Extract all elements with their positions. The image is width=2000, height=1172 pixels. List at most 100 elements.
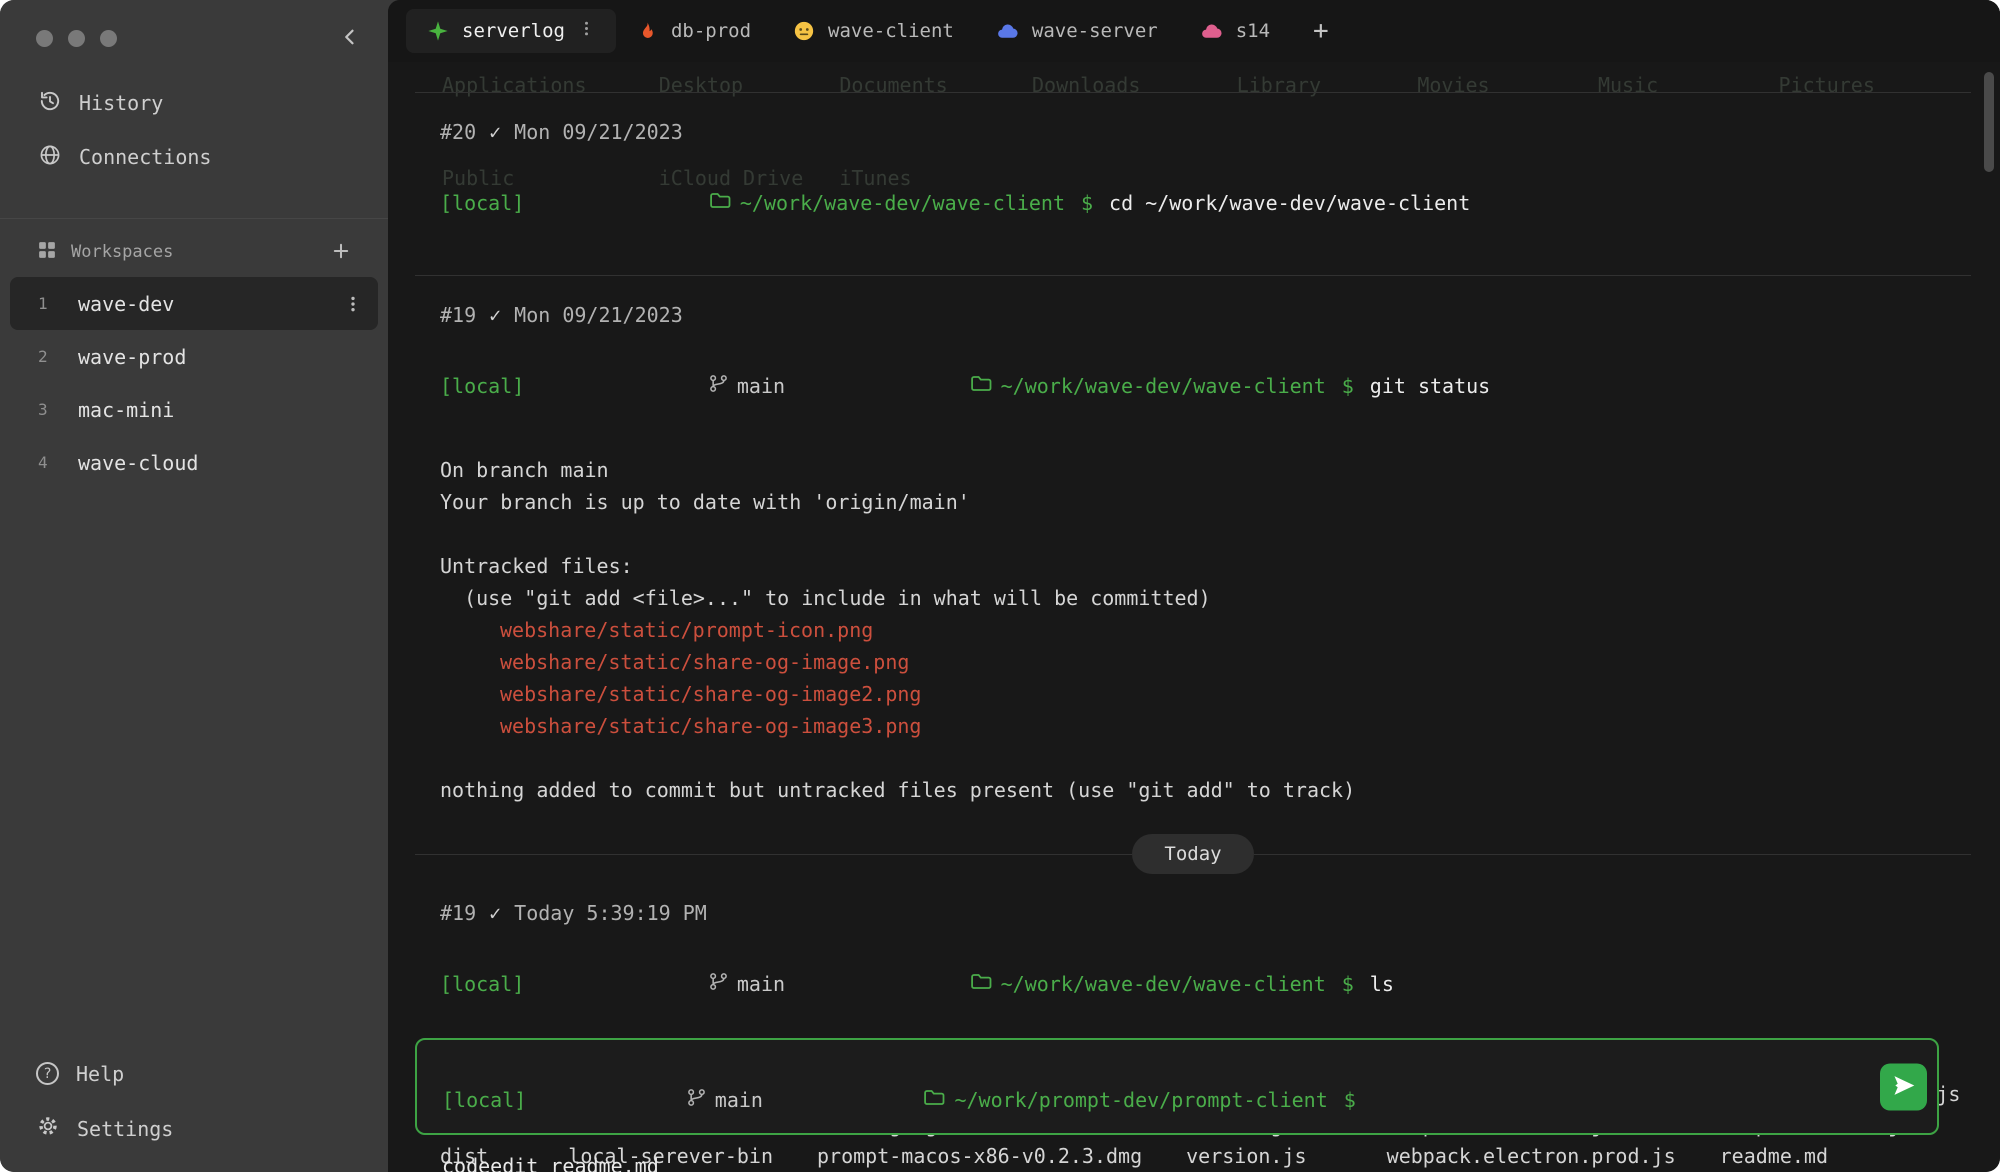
untracked-file: webshare/static/share-og-image.png [500, 650, 910, 674]
close-button[interactable] [36, 29, 53, 47]
prompt-dollar: $ [1343, 1088, 1356, 1112]
host-label: [local] [440, 191, 525, 215]
sparkle-icon [427, 20, 449, 42]
tab-wave-server[interactable]: wave-server [975, 9, 1179, 53]
add-workspace-button[interactable] [328, 238, 354, 267]
grid-icon [38, 241, 56, 264]
cwd-path: ~/work/wave-dev/wave-client [739, 191, 1065, 215]
output-line: (use "git add <file>..." to include in w… [440, 586, 1211, 610]
tab-db-prod[interactable]: db-prod [616, 9, 772, 53]
sidebar-item-connections[interactable]: Connections [0, 130, 388, 184]
cwd: ~/work/wave-dev/wave-client [540, 155, 1065, 251]
sidebar-item-label: Connections [79, 145, 212, 169]
paper-plane-icon [1891, 1072, 1917, 1101]
prompt-dollar: $ [1080, 191, 1094, 215]
host-label: [local] [440, 374, 525, 398]
prompt-line: [local] main ~/work/wave-dev/wave-client [440, 936, 1971, 1032]
entry-date: Mon 09/21/2023 [514, 120, 683, 144]
workspace-menu-button[interactable] [344, 295, 362, 313]
help-icon: ? [36, 1062, 59, 1085]
command-input-value[interactable]: codeedit readme.md [442, 1150, 1865, 1172]
untracked-file: webshare/static/share-og-image2.png [500, 682, 922, 706]
tab-menu-icon[interactable] [578, 20, 595, 42]
output-line: Untracked files: [440, 554, 633, 578]
zoom-button[interactable] [100, 29, 117, 47]
check-icon: ✓ [489, 120, 502, 144]
entry-meta: #19 ✓ Today 5:39:19 PM [440, 900, 1971, 926]
cwd-path: ~/work/prompt-dev/prompt-client [954, 1088, 1328, 1112]
git-branch-name: main [736, 374, 786, 398]
history-entry-19-git-status[interactable]: #19 ✓ Mon 09/21/2023 [local] main ~/work… [415, 302, 1971, 806]
git-branch-icon [540, 338, 728, 434]
pink-cloud-icon [1200, 20, 1223, 43]
history-entry-20[interactable]: #20 ✓ Mon 09/21/2023 [local] ~/work/wave… [415, 119, 1971, 251]
today-pill-button[interactable]: Today [1132, 834, 1254, 874]
cwd: ~/work/wave-dev/wave-client [801, 338, 1326, 434]
workspace-item-wave-prod[interactable]: 2 wave-prod [10, 330, 378, 383]
check-icon: ✓ [489, 303, 502, 327]
send-button[interactable] [1880, 1063, 1927, 1110]
scrollbar-thumb[interactable] [1984, 72, 1994, 172]
entry-date: Mon 09/21/2023 [514, 303, 683, 327]
sidebar-item-label: History [79, 91, 164, 115]
cwd-path: ~/work/wave-dev/wave-client [1000, 374, 1326, 398]
tab-bar: serverlog db-prod wave-client wave-serve… [388, 0, 2000, 62]
workspace-item-mac-mini[interactable]: 3 mac-mini [10, 383, 378, 436]
tab-serverlog[interactable]: serverlog [406, 9, 616, 53]
tab-s14[interactable]: s14 [1179, 9, 1291, 53]
question-glyph: ? [43, 1065, 52, 1082]
today-divider: Today [415, 834, 1971, 874]
cwd: ~/work/wave-dev/wave-client [801, 936, 1326, 1032]
workspace-index: 3 [38, 400, 48, 419]
face-icon [793, 20, 815, 42]
globe-icon [38, 143, 62, 172]
flame-icon [637, 21, 658, 42]
sidebar-top [0, 0, 388, 76]
sidebar: History Connections Workspaces 1 wave-de… [0, 0, 388, 1172]
sidebar-item-history[interactable]: History [0, 76, 388, 130]
workspace-item-wave-dev[interactable]: 1 wave-dev [10, 277, 378, 330]
blue-cloud-icon [996, 20, 1019, 43]
output-line: Your branch is up to date with 'origin/m… [440, 490, 970, 514]
output-line-blank [440, 518, 1971, 550]
workspaces-section: Workspaces 1 wave-dev 2 wave-prod 3 mac-… [0, 218, 388, 489]
workspace-item-wave-cloud[interactable]: 4 wave-cloud [10, 436, 378, 489]
minimize-button[interactable] [68, 29, 85, 47]
sidebar-item-settings[interactable]: Settings [0, 1101, 388, 1156]
command-text: cd ~/work/wave-dev/wave-client [1109, 191, 1471, 215]
git-branch-name: main [714, 1088, 763, 1112]
app-window: History Connections Workspaces 1 wave-de… [0, 0, 2000, 1172]
output-line-blank [440, 742, 1971, 774]
entry-number: #19 [440, 901, 477, 925]
sidebar-item-help[interactable]: ? Help [0, 1046, 388, 1101]
sidebar-collapse-button[interactable] [336, 23, 364, 54]
git-branch: main [540, 338, 785, 434]
traffic-lights [36, 29, 117, 47]
folder-icon [801, 338, 992, 434]
entry-date: Today 5:39:19 PM [514, 901, 707, 925]
folder-icon [779, 1052, 946, 1148]
folder-icon [801, 936, 992, 1032]
git-branch: main [540, 936, 785, 1032]
prompt-dollar: $ [1341, 972, 1354, 996]
input-prompt-line: [local] main ~/work/prompt-dev/prompt-cl… [442, 1052, 1865, 1148]
entry-meta: #19 ✓ Mon 09/21/2023 [440, 302, 1971, 328]
tab-label: db-prod [670, 20, 752, 42]
sidebar-footer: ? Help Settings [0, 1046, 388, 1172]
output-line: nothing added to commit but untracked fi… [440, 778, 1356, 802]
add-tab-button[interactable]: + [1299, 9, 1343, 53]
host-label: [local] [440, 972, 525, 996]
host-label: [local] [442, 1088, 527, 1112]
tab-wave-client[interactable]: wave-client [772, 9, 975, 53]
workspaces-header: Workspaces [0, 227, 388, 277]
check-icon: ✓ [489, 901, 502, 925]
tab-label: serverlog [462, 20, 565, 42]
command-input[interactable]: [local] main ~/work/prompt-dev/prompt-cl… [415, 1038, 1939, 1172]
sidebar-item-label: Settings [77, 1116, 174, 1141]
workspace-label: mac-mini [78, 397, 175, 422]
workspace-label: wave-cloud [78, 450, 199, 475]
command-text: ls [1369, 972, 1394, 996]
command-text: git status [1369, 374, 1491, 398]
cwd: ~/work/prompt-dev/prompt-client [779, 1052, 1328, 1148]
git-branch-name: main [736, 972, 786, 996]
